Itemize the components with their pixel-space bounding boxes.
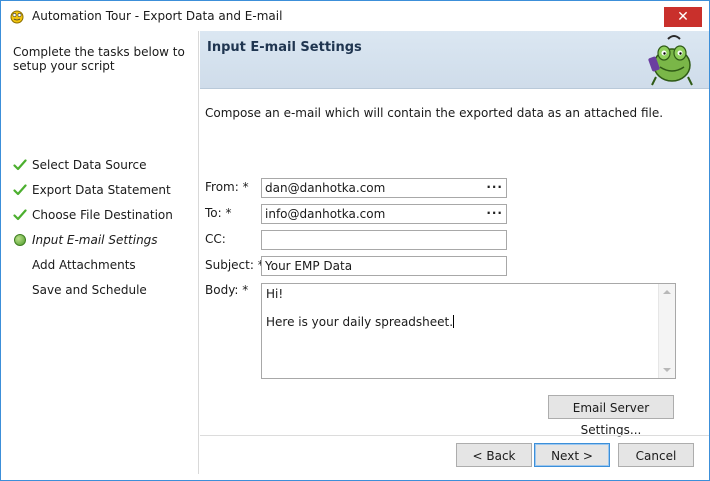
toad-mascot-icon: [648, 35, 693, 86]
page-header: Input E-mail Settings: [200, 31, 709, 89]
step-label: Export Data Statement: [32, 183, 171, 197]
body-scrollbar[interactable]: [658, 284, 675, 378]
back-button[interactable]: < Back: [456, 443, 532, 467]
toad-app-icon: [10, 10, 24, 24]
step-select-data-source: Select Data Source: [13, 156, 193, 174]
checkmark-icon: [13, 184, 27, 196]
from-label: From: *: [205, 180, 249, 194]
from-browse-ellipsis-icon[interactable]: ···: [486, 179, 503, 195]
checkmark-icon: [13, 209, 27, 221]
from-field[interactable]: dan@danhotka.com ···: [261, 178, 507, 198]
body-label: Body: *: [205, 283, 249, 297]
text-caret: [453, 315, 455, 328]
step-input-email-settings: Input E-mail Settings: [13, 231, 193, 249]
cc-field[interactable]: [261, 230, 507, 250]
step-label: Save and Schedule: [32, 283, 147, 297]
close-icon: ✕: [677, 9, 689, 25]
to-label: To: *: [205, 206, 232, 220]
page-description: Compose an e-mail which will contain the…: [205, 106, 664, 120]
subject-value: Your EMP Data: [265, 259, 353, 273]
close-button[interactable]: ✕: [664, 7, 702, 27]
steps-sidebar: Complete the tasks below to setup your s…: [1, 31, 199, 474]
step-export-data-statement: Export Data Statement: [13, 181, 193, 199]
body-line: Hi!: [266, 287, 284, 301]
subject-label: Subject: *: [205, 258, 264, 272]
to-browse-ellipsis-icon[interactable]: ···: [486, 205, 503, 221]
step-choose-file-destination: Choose File Destination: [13, 206, 193, 224]
step-save-and-schedule: Save and Schedule: [13, 281, 193, 299]
body-line-with-caret: Here is your daily spreadsheet.: [266, 315, 671, 329]
step-label: Select Data Source: [32, 158, 147, 172]
email-server-settings-button[interactable]: Email Server Settings...: [548, 395, 674, 437]
step-label: Add Attachments: [32, 258, 136, 272]
current-step-dot-icon: [13, 233, 27, 247]
from-value: dan@danhotka.com: [265, 181, 386, 195]
wizard-window: Automation Tour - Export Data and E-mail…: [0, 0, 710, 481]
next-button[interactable]: Next >: [534, 443, 610, 467]
body-line: [266, 301, 671, 315]
scroll-down-arrow-icon[interactable]: [663, 368, 671, 372]
footer-divider: [200, 435, 709, 436]
title-bar[interactable]: Automation Tour - Export Data and E-mail…: [1, 1, 709, 31]
checkmark-icon: [13, 159, 27, 171]
subject-field[interactable]: Your EMP Data: [261, 256, 507, 276]
body-line: Here is your daily spreadsheet.: [266, 315, 454, 329]
window-title: Automation Tour - Export Data and E-mail: [32, 9, 283, 23]
cancel-button[interactable]: Cancel: [618, 443, 694, 467]
page-title: Input E-mail Settings: [207, 40, 362, 55]
scroll-up-arrow-icon[interactable]: [663, 290, 671, 294]
step-label: Input E-mail Settings: [32, 233, 158, 247]
body-textarea[interactable]: Hi! Here is your daily spreadsheet.: [261, 283, 676, 379]
to-value: info@danhotka.com: [265, 207, 386, 221]
sidebar-intro: Complete the tasks below to setup your s…: [13, 45, 185, 73]
step-add-attachments: Add Attachments: [13, 256, 193, 274]
step-label: Choose File Destination: [32, 208, 173, 222]
to-field[interactable]: info@danhotka.com ···: [261, 204, 507, 224]
cc-label: CC:: [205, 232, 226, 246]
